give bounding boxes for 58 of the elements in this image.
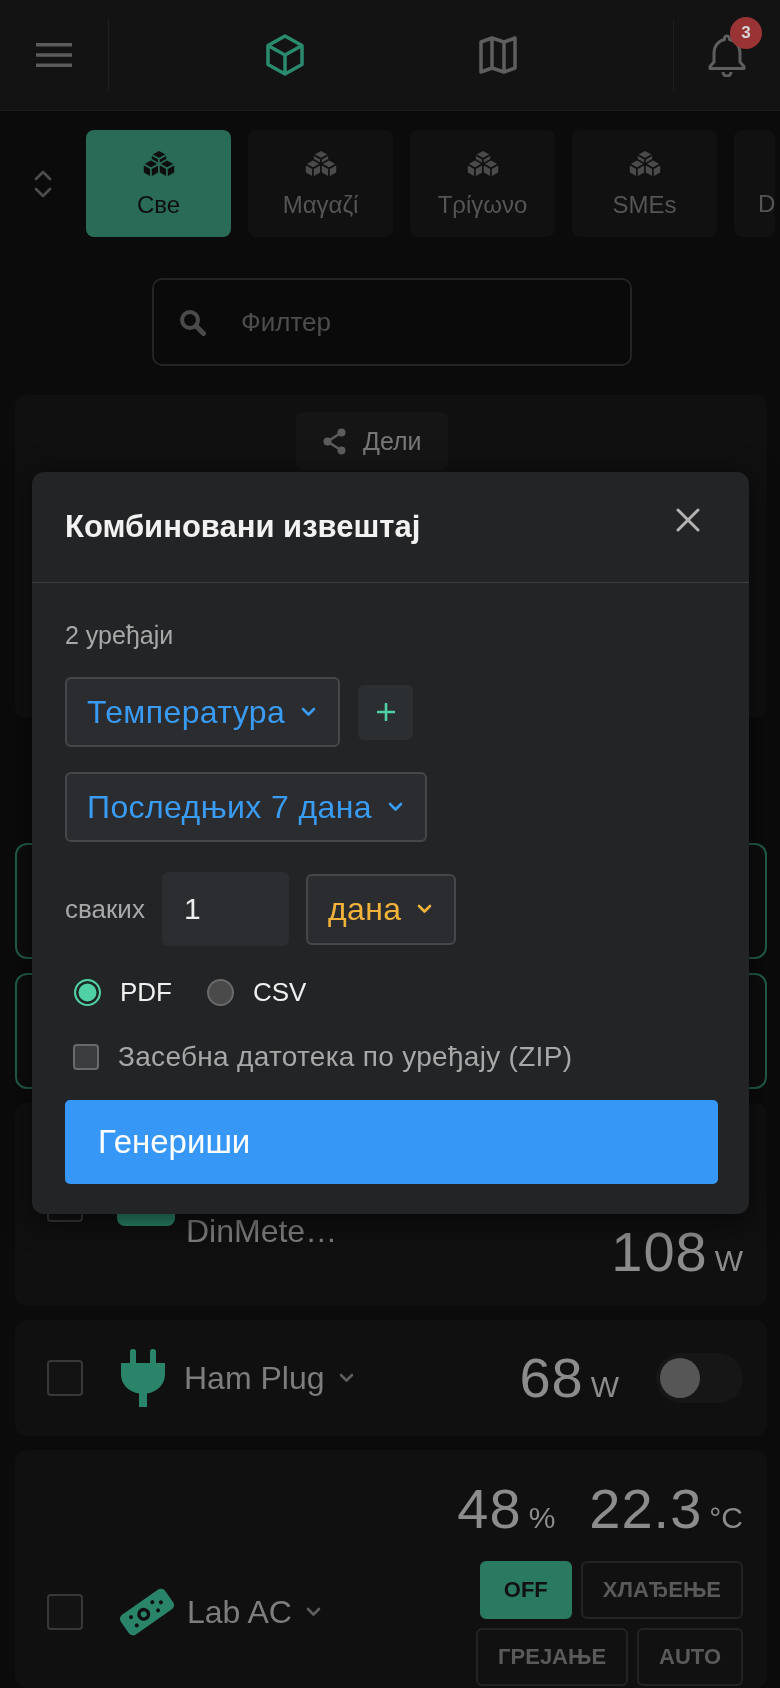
- cube-icon: [265, 34, 304, 76]
- mode-button[interactable]: ХЛАЂЕЊЕ: [580, 1561, 743, 1619]
- map-icon: [478, 36, 517, 74]
- group-tab[interactable]: Μαγαζί: [248, 130, 393, 237]
- checkbox[interactable]: [47, 1360, 83, 1396]
- chevron-down-icon: [301, 707, 317, 717]
- temperature-reading: 22.3°C: [589, 1479, 743, 1539]
- interval-field[interactable]: 1: [161, 872, 289, 946]
- radio-button[interactable]: [74, 978, 101, 1006]
- group-tab[interactable]: Τρίγωνο: [410, 130, 555, 237]
- mode-button[interactable]: ГРЕЈАЊЕ: [476, 1628, 629, 1686]
- chevron-down-icon: [338, 1373, 354, 1383]
- power-reading: 68 W: [519, 1348, 619, 1408]
- device-count: 2 уређаји: [65, 622, 174, 648]
- menu-icon: [36, 43, 72, 67]
- checkbox[interactable]: [73, 1044, 99, 1070]
- group-tab[interactable]: D: [734, 130, 776, 237]
- device-name[interactable]: Ham Plug: [184, 1360, 325, 1396]
- device-name[interactable]: Lab AC: [187, 1594, 292, 1630]
- generate-button[interactable]: Генериши: [65, 1100, 718, 1184]
- close-icon: [676, 508, 700, 532]
- share-button[interactable]: Дели: [296, 412, 448, 470]
- cubes-icon: [302, 148, 339, 179]
- dialog-title: Комбиновани извештај: [65, 509, 421, 545]
- close-button[interactable]: [676, 508, 700, 532]
- sort-icon[interactable]: [34, 169, 52, 198]
- add-metric-button[interactable]: [358, 684, 414, 740]
- group-tab[interactable]: Све: [86, 130, 231, 237]
- cube-view-button[interactable]: [265, 34, 304, 76]
- group-tab[interactable]: SMEs: [572, 130, 717, 237]
- radio-button[interactable]: [207, 978, 234, 1006]
- checkbox-label[interactable]: Засебна датотека по уређају (ZIP): [118, 1041, 573, 1073]
- format-label[interactable]: PDF: [120, 976, 172, 1008]
- notification-badge: 3: [730, 17, 762, 49]
- plug-icon: [119, 1349, 167, 1407]
- power-reading: 108 W: [611, 1222, 743, 1282]
- chevron-down-icon: [417, 904, 433, 914]
- chevron-down-icon: [388, 802, 404, 812]
- format-label[interactable]: CSV: [253, 976, 307, 1008]
- mode-button[interactable]: OFF: [479, 1561, 572, 1619]
- mode-button[interactable]: AUTO: [637, 1628, 743, 1686]
- humidity-reading: 48%: [457, 1479, 556, 1539]
- menu-button[interactable]: [36, 43, 72, 67]
- cubes-icon: [140, 148, 177, 179]
- share-icon: [322, 427, 347, 455]
- checkbox[interactable]: [47, 1594, 83, 1630]
- cubes-icon: [464, 148, 501, 179]
- device-name[interactable]: DinMete…: [186, 1216, 338, 1246]
- chevron-down-icon: [305, 1607, 321, 1617]
- metric-dropdown[interactable]: Температура: [65, 677, 341, 747]
- map-view-button[interactable]: [478, 36, 517, 74]
- range-dropdown[interactable]: Последњих 7 дана: [65, 772, 428, 842]
- search-icon: [179, 309, 206, 336]
- cubes-icon: [626, 148, 663, 179]
- filter-field[interactable]: Филтер: [152, 278, 632, 366]
- interval-label: сваких: [65, 893, 145, 925]
- plus-icon: [376, 703, 395, 721]
- unit-dropdown[interactable]: дана: [305, 873, 457, 945]
